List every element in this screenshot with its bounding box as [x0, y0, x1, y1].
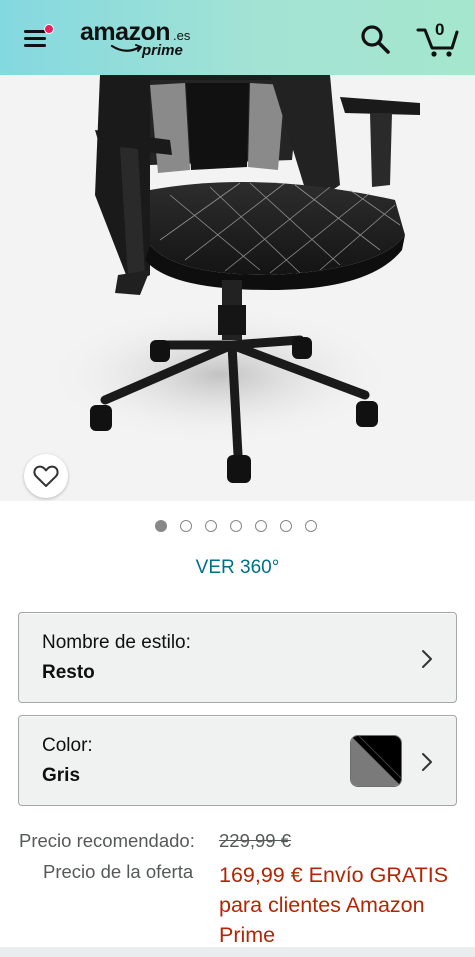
recommended-price-value: 229,99 €	[219, 830, 292, 851]
heart-icon	[33, 465, 59, 487]
amazon-prime-logo[interactable]: amazon .es prime	[80, 18, 200, 62]
top-header: amazon .es prime 0	[0, 0, 475, 75]
cart-button[interactable]: 0	[416, 18, 460, 58]
notification-dot	[44, 24, 54, 34]
gaming-chair-image	[45, 75, 420, 483]
view-360-link[interactable]: VER 360°	[0, 557, 475, 579]
color-value: Gris	[42, 765, 81, 786]
carousel-dot[interactable]	[305, 520, 317, 532]
section-divider	[0, 947, 475, 957]
color-swatch	[350, 735, 402, 787]
color-selector[interactable]: Color: Gris	[18, 715, 457, 806]
image-carousel-indicator	[155, 520, 317, 536]
logo-prime: prime	[142, 42, 183, 59]
search-button[interactable]	[358, 22, 392, 56]
chevron-right-icon	[422, 650, 432, 668]
logo-tld: .es	[173, 28, 191, 43]
carousel-dot[interactable]	[280, 520, 292, 532]
carousel-dot[interactable]	[230, 520, 242, 532]
style-name-label: Nombre de estilo:	[42, 632, 191, 653]
offer-price-label: Precio de la oferta	[43, 861, 194, 882]
chevron-right-icon	[422, 753, 432, 771]
smile-arrow-icon	[110, 44, 142, 52]
carousel-dot[interactable]	[205, 520, 217, 532]
carousel-dot[interactable]	[255, 520, 267, 532]
cart-count: 0	[435, 20, 445, 39]
search-icon	[361, 25, 390, 54]
product-image[interactable]	[0, 75, 475, 501]
offer-price-value: 169,99 € Envío GRATIS para clientes Amaz…	[219, 863, 449, 947]
style-name-selector[interactable]: Nombre de estilo: Resto	[18, 612, 457, 703]
wishlist-button[interactable]	[24, 454, 68, 498]
carousel-dot[interactable]	[155, 520, 167, 532]
recommended-price-label: Precio recomendado:	[19, 830, 195, 851]
color-label: Color:	[42, 735, 93, 756]
carousel-dot[interactable]	[180, 520, 192, 532]
style-name-value: Resto	[42, 662, 95, 683]
menu-button[interactable]	[20, 22, 56, 54]
